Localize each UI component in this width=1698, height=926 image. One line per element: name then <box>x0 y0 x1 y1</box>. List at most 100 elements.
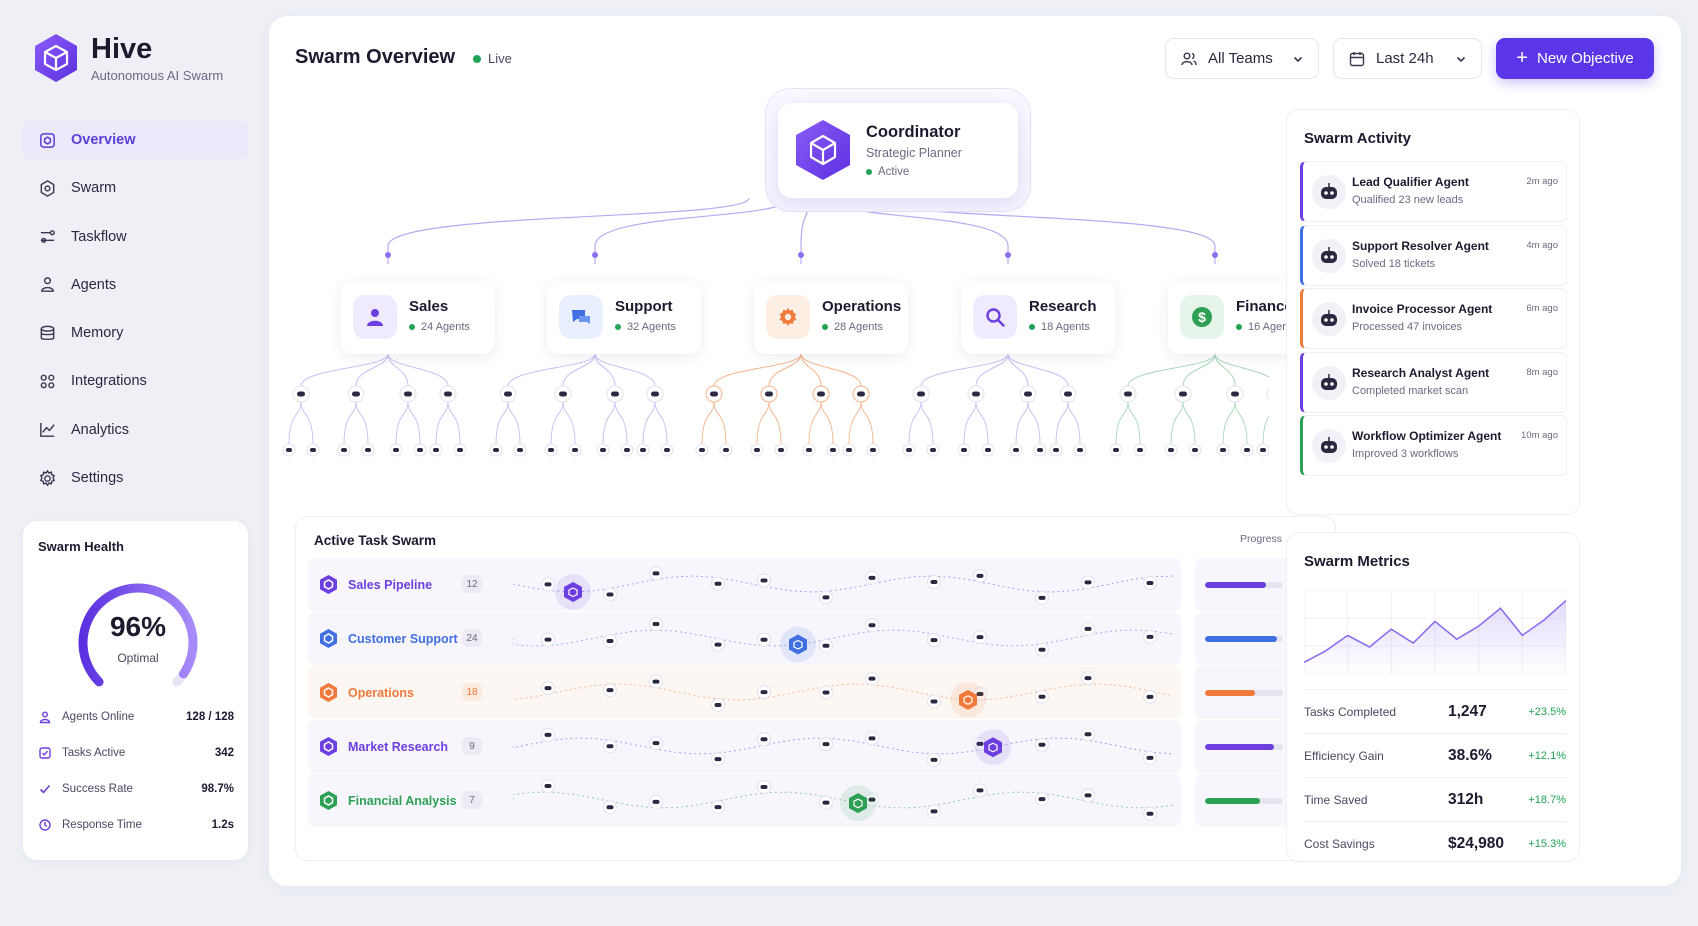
brand[interactable]: Hive Autonomous AI Swarm <box>33 33 223 83</box>
activity-description: Completed market scan <box>1352 384 1469 397</box>
metric-label: Time Saved <box>1304 792 1368 807</box>
dept-card-support[interactable]: Support 32 Agents <box>547 281 701 354</box>
sidebar-item-overview[interactable]: Overview <box>22 121 248 159</box>
agent-node <box>603 587 617 602</box>
agent-node <box>649 794 663 809</box>
hierarchy-link <box>920 401 934 445</box>
memory-icon <box>40 325 55 340</box>
settings-icon <box>39 469 56 486</box>
agent-node <box>1143 629 1157 644</box>
sidebar-item-swarm[interactable]: Swarm <box>22 169 248 207</box>
agent-node <box>1133 443 1147 457</box>
sidebar-item-analytics[interactable]: Analytics <box>22 411 248 449</box>
dept-count-label: 24 Agents <box>421 321 470 333</box>
sidebar-item-agents[interactable]: Agents <box>22 266 248 304</box>
health-row-value: 1.2s <box>211 819 234 831</box>
hex-icon <box>320 683 337 702</box>
hierarchy-link <box>1115 401 1129 445</box>
task-row[interactable]: Sales Pipeline 12 <box>308 558 1181 611</box>
agent-node <box>865 731 879 746</box>
person-icon <box>367 309 383 326</box>
agent-node <box>866 443 880 457</box>
sidebar-item-memory[interactable]: Memory <box>22 314 248 352</box>
health-row-value: 98.7% <box>201 783 234 795</box>
agent-node <box>429 443 443 457</box>
task-name: Operations <box>348 686 414 700</box>
agent-node <box>282 443 296 457</box>
activity-item[interactable]: Workflow Optimizer Agent Improved 3 workf… <box>1300 415 1567 476</box>
activity-item[interactable]: Lead Qualifier Agent Qualified 23 new lea… <box>1300 161 1567 222</box>
sidebar-item-label: Agents <box>71 276 117 293</box>
sidebar-item-label: Taskflow <box>71 228 127 245</box>
metrics-sparkline <box>1304 590 1566 674</box>
agent-node <box>1081 671 1095 686</box>
task-row[interactable]: Market Research 9 <box>308 720 1181 773</box>
agent-node <box>973 568 987 583</box>
new-objective-button[interactable]: + New Objective <box>1496 38 1654 79</box>
agent-node <box>1035 642 1049 657</box>
cube-icon <box>796 120 850 180</box>
integrations-icon <box>40 374 55 389</box>
task-flow-visual <box>513 671 1173 718</box>
agent-node <box>842 443 856 457</box>
sidebar-item-integrations[interactable]: Integrations <box>22 362 248 400</box>
agent-node <box>1174 385 1192 403</box>
sidebar: Hive Autonomous AI Swarm Overview Swarm … <box>0 0 265 926</box>
agent-node <box>660 443 674 457</box>
task-agent-count: 24 <box>462 629 482 647</box>
hierarchy-link <box>355 401 369 445</box>
agent-node <box>649 674 663 689</box>
dept-card-sales[interactable]: Sales 24 Agents <box>341 281 495 354</box>
hierarchy-link <box>395 401 409 445</box>
dept-name: Sales <box>409 298 449 315</box>
agent-node <box>636 443 650 457</box>
health-status: Optimal <box>117 651 159 665</box>
agent-node <box>1188 443 1202 457</box>
agent-node <box>967 385 985 403</box>
status-dot <box>866 169 872 175</box>
agent-node <box>1035 737 1049 752</box>
task-flow-visual <box>513 727 1173 767</box>
agent-avatar <box>1312 175 1346 209</box>
dept-card-research[interactable]: Research 18 Agents <box>961 281 1115 354</box>
agent-node <box>1143 689 1157 704</box>
agent-node <box>757 573 771 588</box>
task-row[interactable]: Operations 18 <box>308 666 1181 719</box>
hex-icon <box>320 629 337 648</box>
gear-icon <box>779 308 797 326</box>
dept-icon-box <box>353 295 397 339</box>
range-dropdown-value: Last 24h <box>1376 50 1434 67</box>
agent-node <box>347 385 365 403</box>
agent-node <box>544 443 558 457</box>
hierarchy-link <box>550 401 564 445</box>
dept-card-operations[interactable]: Operations 28 Agents <box>754 281 908 354</box>
agent-node <box>819 795 833 810</box>
activity-item[interactable]: Invoice Processor Agent Processed 47 invo… <box>1300 288 1567 349</box>
agent-node <box>711 576 725 591</box>
agent-node <box>1081 727 1095 742</box>
agent-node <box>389 443 403 457</box>
agent-node <box>292 385 310 403</box>
metric-delta: +12.1% <box>1528 749 1566 762</box>
task-row[interactable]: Financial Analysis 7 <box>308 774 1181 827</box>
activity-item[interactable]: Support Resolver Agent Solved 18 tickets 4… <box>1300 224 1567 286</box>
sidebar-item-taskflow[interactable]: Taskflow <box>22 218 248 256</box>
status-dot <box>1029 324 1035 330</box>
task-row[interactable]: Customer Support 24 <box>308 612 1181 665</box>
range-dropdown[interactable]: Last 24h <box>1333 38 1482 79</box>
health-row-value: 128 / 128 <box>186 711 234 723</box>
agent-node <box>1164 443 1178 457</box>
sidebar-item-settings[interactable]: Settings <box>22 459 248 497</box>
agent-node <box>757 732 771 747</box>
activity-description: Solved 18 tickets <box>1352 257 1436 270</box>
hierarchy-link <box>713 401 727 445</box>
agent-node <box>819 737 833 752</box>
robot-icon <box>1321 310 1337 326</box>
hex-icon <box>320 791 337 810</box>
agent-node <box>711 800 725 815</box>
agent-avatar <box>1312 302 1346 336</box>
metric-value: 38.6% <box>1448 746 1492 764</box>
activity-item[interactable]: Research Analyst Agent Completed market s… <box>1300 351 1567 413</box>
task-name: Sales Pipeline <box>348 578 433 592</box>
coordinator-card[interactable]: Coordinator Strategic Planner Active <box>778 103 1018 198</box>
